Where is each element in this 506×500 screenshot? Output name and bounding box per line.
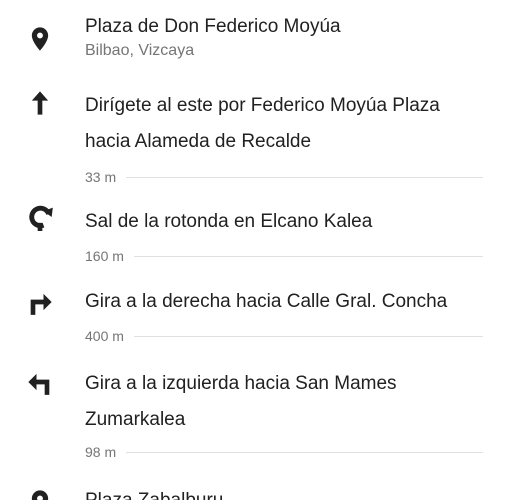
step-distance-row: 400 m <box>85 326 483 346</box>
step-distance: 400 m <box>85 328 124 344</box>
direction-step[interactable]: Dirígete al este por Federico Moyúa Plaz… <box>0 80 506 190</box>
step-instruction: Dirígete al este por Federico Moyúa Plaz… <box>85 95 440 152</box>
location-pin-icon <box>26 25 54 53</box>
location-pin-icon <box>26 488 54 500</box>
divider <box>133 335 483 337</box>
direction-step[interactable]: Sal de la rotonda en Elcano Kalea 160 m <box>0 190 506 270</box>
step-instruction: Sal de la rotonda en Elcano Kalea <box>85 211 373 232</box>
direction-step[interactable]: Gira a la izquierda hacia San Mames Zuma… <box>0 350 506 470</box>
direction-step[interactable]: Gira a la derecha hacia Calle Gral. Conc… <box>0 270 506 350</box>
origin-item[interactable]: Plaza de Don Federico Moyúa Bilbao, Vizc… <box>0 0 506 80</box>
arrow-up-icon <box>26 89 54 117</box>
turn-left-icon <box>26 368 54 396</box>
divider <box>126 176 483 178</box>
origin-subtitle: Bilbao, Vizcaya <box>85 42 195 59</box>
origin-title: Plaza de Don Federico Moyúa <box>85 16 341 37</box>
step-instruction: Gira a la derecha hacia Calle Gral. Conc… <box>85 291 448 312</box>
roundabout-exit-icon <box>26 203 54 231</box>
step-instruction: Gira a la izquierda hacia San Mames Zuma… <box>85 373 397 430</box>
turn-right-icon <box>26 288 54 316</box>
step-distance: 33 m <box>85 169 117 185</box>
destination-item[interactable]: Plaza Zabalburu <box>0 470 506 500</box>
step-distance-row: 98 m <box>85 442 483 462</box>
step-distance-row: 33 m <box>85 167 483 187</box>
step-distance: 160 m <box>85 248 124 264</box>
destination-title: Plaza Zabalburu <box>85 490 223 500</box>
step-distance: 98 m <box>85 444 117 460</box>
divider <box>126 451 483 453</box>
divider <box>133 255 483 257</box>
step-distance-row: 160 m <box>85 246 483 266</box>
